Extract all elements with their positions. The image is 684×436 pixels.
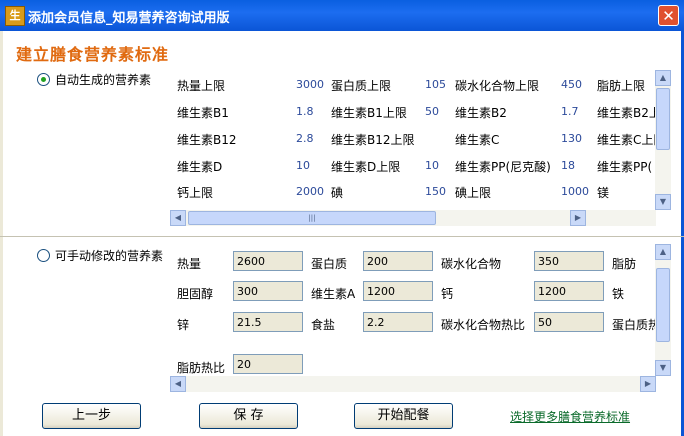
close-button[interactable]: ✕	[658, 5, 679, 26]
page-title: 建立膳食营养素标准	[16, 45, 170, 64]
nutrient-label: 蛋白质上限	[331, 79, 392, 93]
auto-panel-vscroll[interactable]: ▲ ▼	[655, 70, 671, 210]
nutrient-label: 蛋白质	[311, 257, 348, 271]
nutrient-value: 1000	[561, 185, 589, 198]
nutrient-label: 维生素B2上	[597, 106, 656, 120]
nutrient-label: 热量	[177, 257, 202, 271]
scroll-left-arrow-icon[interactable]: ◀	[170, 210, 186, 226]
nutrient-label: 碘上限	[455, 186, 492, 200]
calcium-input[interactable]: 1200	[534, 281, 604, 301]
scrollbar-thumb[interactable]: |||	[188, 211, 436, 225]
nutrient-label: 锌	[177, 318, 190, 332]
more-standards-link[interactable]: 选择更多膳食营养标准	[510, 408, 630, 425]
nutrient-value: 150	[425, 185, 446, 198]
scroll-up-arrow-icon[interactable]: ▲	[655, 70, 671, 86]
scroll-right-arrow-icon[interactable]: ▶	[570, 210, 586, 226]
manual-panel-hscroll[interactable]: ◀ ▶	[170, 376, 656, 392]
carb-energy-ratio-input[interactable]: 50	[534, 312, 604, 332]
nutrient-label: 脂肪上限	[597, 79, 646, 93]
nutrient-label: 热量上限	[177, 79, 226, 93]
scroll-right-arrow-icon[interactable]: ▶	[640, 376, 656, 392]
window-title: 添加会员信息_知易营养咨询试用版	[28, 11, 230, 26]
auto-panel-hscroll[interactable]: ◀ ||| ▶	[170, 210, 656, 226]
nutrient-value: 105	[425, 78, 446, 91]
vitamin-a-input[interactable]: 1200	[363, 281, 433, 301]
start-meal-planning-button[interactable]: 开始配餐	[354, 403, 453, 429]
nutrient-label: 脂肪	[612, 257, 637, 271]
nutrient-label: 碘	[331, 186, 344, 200]
nutrient-label: 碳水化合物热比	[441, 318, 526, 332]
nutrient-label: 维生素C	[455, 133, 500, 147]
previous-step-button[interactable]: 上一步	[42, 403, 141, 429]
nutrient-value: 1.7	[561, 105, 579, 118]
nutrient-label: 维生素B12	[177, 133, 237, 147]
cholesterol-input[interactable]: 300	[233, 281, 303, 301]
nutrient-label: 维生素C上限	[597, 133, 656, 147]
nutrient-label: 维生素PP(尼克酸)	[455, 160, 551, 174]
nutrient-value: 2000	[296, 185, 324, 198]
nutrient-label: 食盐	[311, 318, 336, 332]
protein-input[interactable]: 200	[363, 251, 433, 271]
carbohydrate-input[interactable]: 350	[534, 251, 604, 271]
nutrient-label: 胆固醇	[177, 287, 214, 301]
salt-input[interactable]: 2.2	[363, 312, 433, 332]
manual-nutrients-panel: 热量 2600 蛋白质 200 碳水化合物 350 脂肪 胆固醇 300 维生素…	[170, 244, 656, 376]
nutrient-label: 维生素B2	[455, 106, 507, 120]
nutrient-value: 10	[296, 159, 310, 172]
manual-nutrients-label: 可手动修改的营养素	[55, 249, 164, 263]
zinc-input[interactable]: 21.5	[233, 312, 303, 332]
nutrient-label: 钙	[441, 287, 454, 301]
nutrient-label: 维生素B1	[177, 106, 229, 120]
scroll-down-arrow-icon[interactable]: ▼	[655, 360, 671, 376]
nutrient-value: 2.8	[296, 132, 314, 145]
app-icon: 生	[5, 6, 25, 26]
nutrient-value: 10	[425, 159, 439, 172]
nutrient-value: 18	[561, 159, 575, 172]
auto-nutrients-radio[interactable]	[37, 73, 50, 86]
section-divider	[0, 236, 684, 237]
title-bar: 生 添加会员信息_知易营养咨询试用版 ✕	[0, 0, 684, 31]
nutrient-value: 50	[425, 105, 439, 118]
manual-panel-vscroll[interactable]: ▲ ▼	[655, 244, 671, 376]
nutrient-value: 450	[561, 78, 582, 91]
nutrient-label: 蛋白质热	[612, 318, 656, 332]
auto-nutrients-panel: 热量上限 3000 蛋白质上限 105 碳水化合物上限 450 脂肪上限 维生素…	[170, 70, 656, 210]
nutrient-value: 3000	[296, 78, 324, 91]
save-button[interactable]: 保 存	[199, 403, 298, 429]
calories-input[interactable]: 2600	[233, 251, 303, 271]
nutrient-label: 钙上限	[177, 186, 214, 200]
scrollbar-thumb[interactable]	[656, 268, 670, 342]
scrollbar-thumb[interactable]	[656, 88, 670, 150]
nutrient-label: 维生素B1上限	[331, 106, 407, 120]
nutrient-label: 维生素B12上限	[331, 133, 415, 147]
nutrient-value: 130	[561, 132, 582, 145]
nutrient-value: 1.8	[296, 105, 314, 118]
nutrient-label: 铁	[612, 287, 625, 301]
nutrient-label: 维生素A	[311, 287, 356, 301]
fat-energy-ratio-input[interactable]: 20	[233, 354, 303, 374]
auto-nutrients-label: 自动生成的营养素	[55, 73, 152, 87]
nutrient-label: 维生素PP(	[597, 160, 653, 174]
nutrient-label: 碳水化合物	[441, 257, 502, 271]
scroll-left-arrow-icon[interactable]: ◀	[170, 376, 186, 392]
nutrient-label: 镁	[597, 186, 610, 200]
manual-nutrients-radio[interactable]	[37, 249, 50, 262]
nutrient-label: 维生素D上限	[331, 160, 401, 174]
scroll-up-arrow-icon[interactable]: ▲	[655, 244, 671, 260]
nutrient-label: 脂肪热比	[177, 361, 226, 375]
nutrient-label: 维生素D	[177, 160, 223, 174]
nutrient-label: 碳水化合物上限	[455, 79, 540, 93]
scroll-down-arrow-icon[interactable]: ▼	[655, 194, 671, 210]
